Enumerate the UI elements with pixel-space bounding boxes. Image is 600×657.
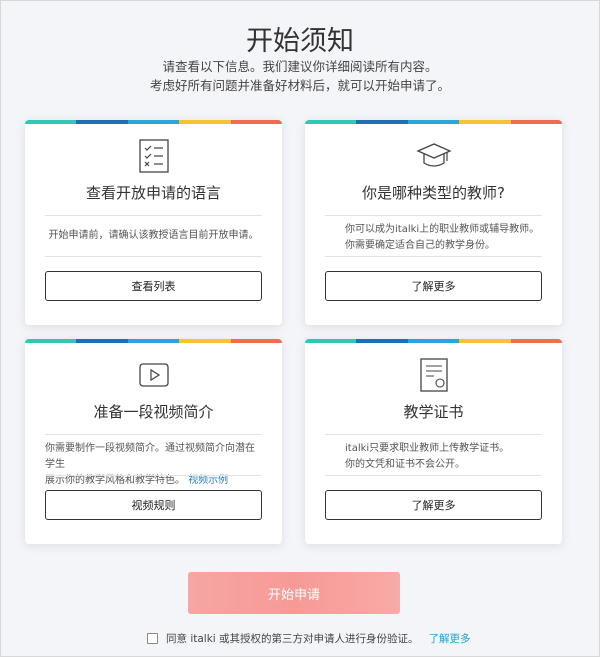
video-rules-button[interactable]: 视频规则	[45, 490, 262, 520]
desc-line: 你可以成为italki上的职业教师或辅导教师。	[345, 224, 540, 235]
card-teacher-type: 你是哪种类型的教师? 你可以成为italki上的职业教师或辅导教师。 你需要确定…	[305, 120, 562, 325]
divider	[325, 475, 542, 476]
card-title: 准备一段视频简介	[93, 403, 214, 421]
subtitle-line-1: 请查看以下信息。我们建议你详细阅读所有内容。	[162, 59, 438, 74]
card-description: italki只要求职业教师上传教学证书。 你的文凭和证书不会公开。	[345, 441, 542, 473]
graduation-cap-icon	[415, 138, 452, 174]
divider	[325, 256, 542, 257]
divider	[45, 434, 262, 435]
desc-line: 你的文凭和证书不会公开。	[345, 459, 465, 470]
card-title: 查看开放申请的语言	[85, 184, 221, 202]
card-description: 开始申请前，请确认该教授语言目前开放申请。	[45, 228, 262, 244]
desc-line: 你需要确定适合自己的教学身份。	[345, 240, 495, 251]
subtitle-line-2: 考虑好所有问题并准备好材料后，就可以开始申请了。	[149, 78, 450, 93]
card-title: 教学证书	[403, 403, 464, 421]
certificate-icon	[416, 357, 452, 393]
checklist-icon	[136, 138, 172, 174]
divider	[45, 256, 262, 257]
card-languages: 查看开放申请的语言 开始申请前，请确认该教授语言目前开放申请。 查看列表	[25, 120, 282, 325]
card-stripe	[305, 120, 562, 124]
divider	[325, 215, 542, 216]
card-stripe	[305, 339, 562, 343]
page-title: 开始须知	[246, 26, 354, 57]
video-example-link[interactable]: 视频示例	[188, 475, 228, 486]
page-subtitle: 请查看以下信息。我们建议你详细阅读所有内容。 考虑好所有问题并准备好材料后，就可…	[1, 57, 599, 95]
agreement-text: 同意 italki 或其授权的第三方对申请人进行身份验证。	[166, 632, 419, 645]
card-description: 你需要制作一段视频简介。通过视频简介向潜在学生 展示你的教学风格和教学特色。 视…	[45, 441, 262, 489]
card-description: 你可以成为italki上的职业教师或辅导教师。 你需要确定适合自己的教学身份。	[345, 222, 542, 254]
learn-more-button[interactable]: 了解更多	[325, 490, 542, 520]
desc-line: 你需要制作一段视频简介。通过视频简介向潜在学生	[45, 443, 255, 470]
card-stripe	[25, 339, 282, 343]
desc-line: italki只要求职业教师上传教学证书。	[345, 443, 510, 454]
desc-line: 开始申请前，请确认该教授语言目前开放申请。	[48, 230, 259, 241]
divider	[45, 215, 262, 216]
learn-more-button[interactable]: 了解更多	[325, 271, 542, 301]
card-stripe	[25, 120, 282, 124]
divider	[45, 475, 262, 476]
start-application-button[interactable]: 开始申请	[188, 572, 400, 614]
card-certificates: 教学证书 italki只要求职业教师上传教学证书。 你的文凭和证书不会公开。 了…	[305, 339, 562, 544]
divider	[325, 434, 542, 435]
card-video-intro: 准备一段视频简介 你需要制作一段视频简介。通过视频简介向潜在学生 展示你的教学风…	[25, 339, 282, 544]
agreement-row: 同意 italki 或其授权的第三方对申请人进行身份验证。 了解更多	[147, 631, 471, 645]
agreement-checkbox[interactable]	[147, 632, 158, 644]
agreement-learn-more-link[interactable]: 了解更多	[429, 631, 471, 646]
card-title: 你是哪种类型的教师?	[362, 184, 505, 202]
video-play-icon	[136, 357, 172, 393]
view-list-button[interactable]: 查看列表	[45, 271, 262, 301]
